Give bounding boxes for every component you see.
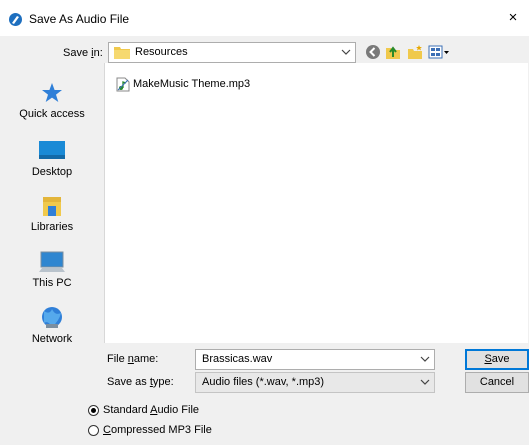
up-folder-icon[interactable] [385, 44, 402, 60]
place-this-pc[interactable]: This PC [0, 250, 104, 289]
desktop-icon [39, 141, 65, 159]
filetype-value: Audio files (*.wav, *.mp3) [202, 376, 325, 388]
save-button[interactable]: Save [465, 349, 529, 370]
view-menu-icon[interactable] [428, 44, 450, 60]
compressed-mp3-label: Compressed MP3 File [103, 424, 212, 436]
file-name: MakeMusic Theme.mp3 [133, 78, 251, 90]
place-libraries[interactable]: Libraries [0, 194, 104, 233]
network-icon [42, 307, 62, 328]
place-network[interactable]: Network [0, 306, 104, 345]
filename-label: File name: [107, 353, 159, 365]
chevron-down-icon[interactable] [420, 352, 430, 366]
radio-checked-dot [91, 408, 96, 413]
place-quick-access[interactable]: Quick access [0, 81, 104, 120]
filename-input[interactable]: Brassicas.wav [195, 349, 435, 370]
title-bar: Save As Audio File × [0, 0, 529, 36]
chevron-down-icon [420, 379, 430, 385]
audio-file-icon [116, 77, 130, 92]
back-icon[interactable] [365, 44, 381, 60]
libraries-icon [43, 197, 61, 216]
window-title: Save As Audio File [29, 12, 130, 26]
save-in-value: Resources [135, 46, 188, 58]
filename-value: Brassicas.wav [202, 353, 273, 365]
filetype-label: Save as type: [107, 376, 174, 388]
chevron-down-icon [341, 49, 351, 55]
place-desktop[interactable]: Desktop [0, 139, 104, 178]
standard-audio-label: Standard Audio File [103, 404, 200, 416]
star-icon [42, 83, 62, 102]
folder-icon [114, 47, 130, 59]
app-icon [9, 13, 22, 26]
save-in-label: Save in: [63, 47, 103, 59]
radio-circle [88, 425, 99, 436]
cancel-button[interactable]: Cancel [465, 372, 529, 393]
file-list[interactable]: MakeMusic Theme.mp3 [104, 63, 528, 343]
computer-icon [39, 251, 65, 272]
close-button[interactable]: × [497, 0, 529, 36]
save-in-dropdown[interactable]: Resources [108, 42, 356, 63]
new-folder-icon[interactable] [407, 44, 424, 60]
places-bar: Quick access Desktop Libraries This PC N… [0, 63, 104, 347]
radio-circle [88, 405, 99, 416]
filetype-dropdown[interactable]: Audio files (*.wav, *.mp3) [195, 372, 435, 393]
